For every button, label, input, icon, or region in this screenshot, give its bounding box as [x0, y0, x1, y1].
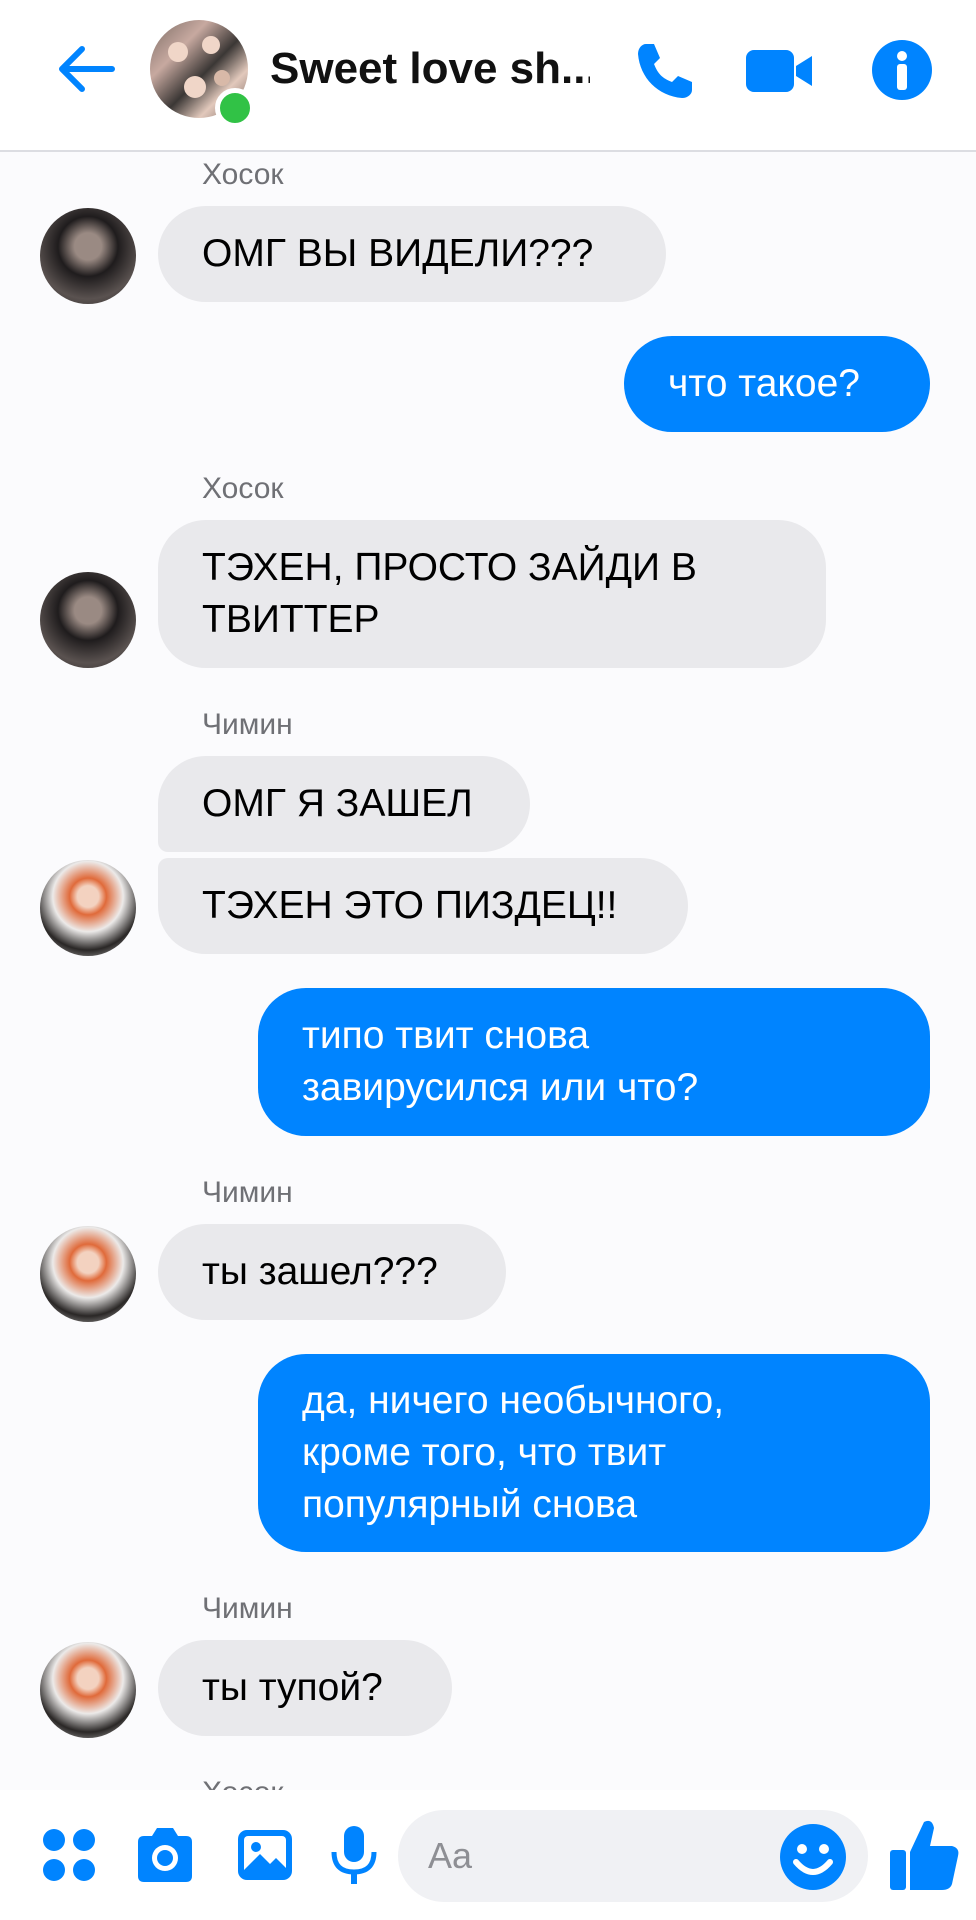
thumbs-up-icon[interactable] [888, 1816, 962, 1894]
sender-name: Чимин [202, 708, 293, 741]
incoming-message-bubble[interactable]: ты тупой? [158, 1640, 452, 1736]
back-arrow-icon[interactable] [52, 36, 118, 102]
incoming-message-bubble[interactable]: ТЭХЕН ЭТО ПИЗДЕЦ!! [158, 858, 688, 954]
sender-name: Чимин [202, 1176, 293, 1209]
outgoing-message-bubble[interactable]: что такое? [624, 336, 930, 432]
avatar[interactable] [40, 1642, 136, 1738]
composer-bar [0, 1790, 976, 1920]
chat-title[interactable]: Sweet love sh... [270, 44, 590, 94]
sender-name: Хосок [202, 472, 284, 505]
avatar[interactable] [40, 572, 136, 668]
avatar[interactable] [40, 860, 136, 956]
phone-icon[interactable] [632, 38, 698, 104]
gallery-icon[interactable] [232, 1822, 298, 1888]
apps-grid-icon[interactable] [36, 1822, 102, 1888]
incoming-message-bubble[interactable]: ОМГ ВЫ ВИДЕЛИ??? [158, 206, 666, 302]
outgoing-message-bubble[interactable]: типо твит снова завирусился или что? [258, 988, 930, 1136]
avatar[interactable] [40, 208, 136, 304]
incoming-message-bubble[interactable]: ты зашел??? [158, 1224, 506, 1320]
emoji-icon[interactable] [778, 1822, 848, 1892]
incoming-message-bubble[interactable]: ТЭХЕН, ПРОСТО ЗАЙДИ В ТВИТТЕР [158, 520, 826, 668]
info-icon[interactable] [870, 38, 934, 102]
sender-name: Хосок [202, 158, 284, 191]
sender-name: Чимин [202, 1592, 293, 1625]
outgoing-message-bubble[interactable]: да, ничего необычного, кроме того, что т… [258, 1354, 930, 1552]
avatar[interactable] [40, 1226, 136, 1322]
online-status-dot [215, 88, 255, 128]
incoming-message-bubble[interactable]: ОМГ Я ЗАШЕЛ [158, 756, 530, 852]
video-camera-icon[interactable] [742, 38, 816, 104]
microphone-icon[interactable] [324, 1822, 384, 1888]
chat-header: Sweet love sh... [0, 0, 976, 152]
camera-icon[interactable] [132, 1822, 198, 1888]
